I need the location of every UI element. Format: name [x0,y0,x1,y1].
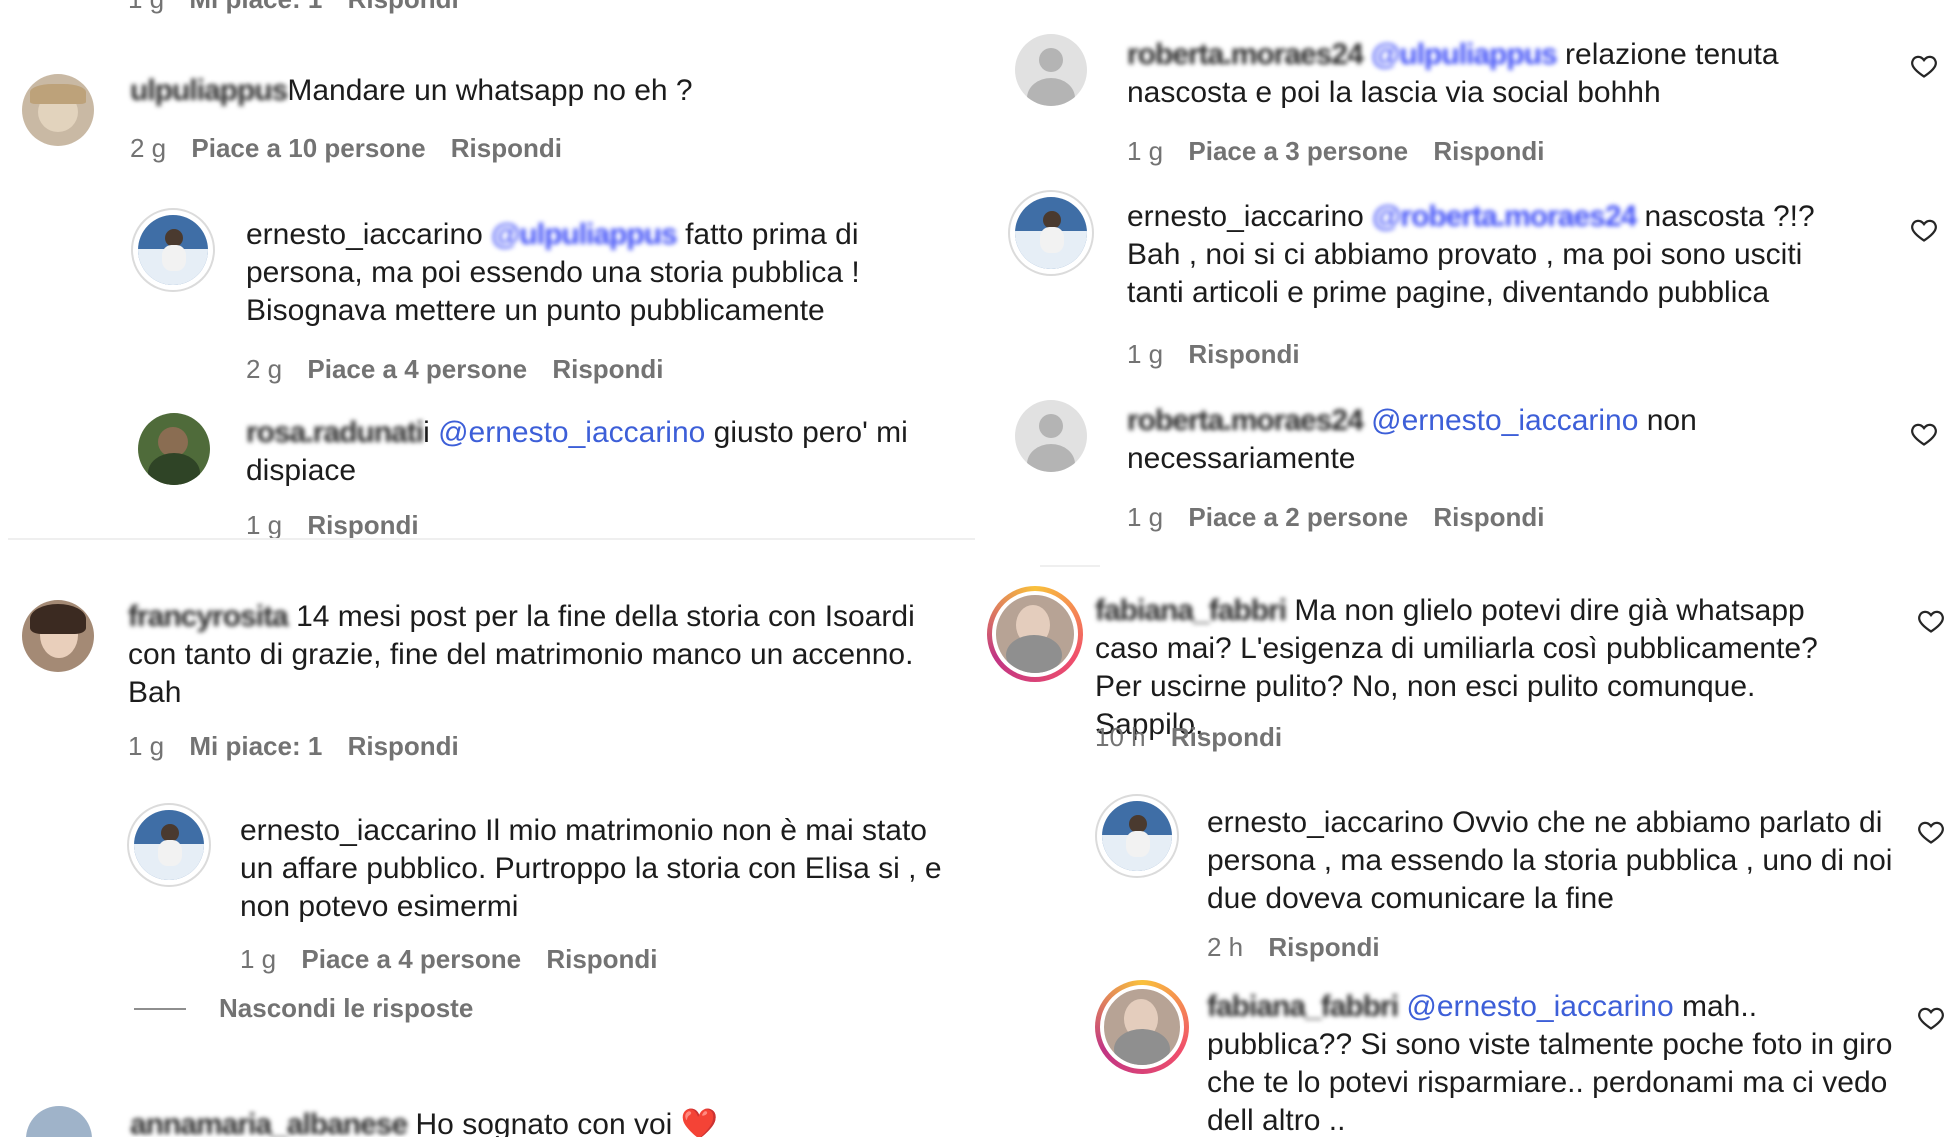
avatar[interactable] [22,74,94,146]
username[interactable]: ulpuliappus [130,72,288,110]
avatar-story[interactable] [987,586,1083,682]
comment-text: ernesto_iaccarino Il mio matrimonio non … [240,812,960,926]
reply-button[interactable]: Rispondi [1433,502,1544,532]
comment-text: rosa.radunatii @ernesto_iaccarino giusto… [246,414,946,490]
heart-icon[interactable] [1910,52,1938,80]
reply-button[interactable]: Rispondi [1171,722,1282,752]
username[interactable]: roberta.moraes24 [1127,402,1364,440]
comment-meta: 1 g Rispondi [246,510,437,541]
timestamp: 1 g [128,731,165,761]
likes-count[interactable]: Mi piace: 1 [189,0,322,14]
reply-button[interactable]: Rispondi [546,944,657,974]
comment-meta: 1 g Rispondi [1127,339,1318,370]
timestamp: 2 h [1207,932,1244,962]
mention-link[interactable]: @ernesto_iaccarino [1406,990,1673,1023]
comment-text: fabiana_fabbri @ernesto_iaccarino mah.. … [1207,988,1907,1137]
username[interactable]: rosa.radunati [246,414,424,452]
mention-link[interactable]: @ulpuliappus [491,216,678,254]
reply-button[interactable]: Rispondi [1188,339,1299,369]
heart-icon[interactable] [1917,1004,1945,1032]
comment-text: ulpuliappusMandare un whatsapp no eh ? [130,72,770,110]
heart-emoji: ❤️ [680,1108,719,1137]
timestamp: 2 g [130,133,167,163]
username[interactable]: ernesto_iaccarino [1127,200,1364,233]
reply-button[interactable]: Rispondi [1433,136,1544,166]
comment-meta: 1 g Mi piace: 1 Rispondi [128,731,477,762]
reply-button[interactable]: Rispondi [348,0,459,14]
reply-button[interactable]: Rispondi [451,133,562,163]
likes-count[interactable]: Mi piace: 1 [189,731,322,761]
heart-icon[interactable] [1910,216,1938,244]
username[interactable]: ernesto_iaccarino [246,218,483,251]
timestamp: 10 h [1095,722,1146,752]
avatar[interactable] [1008,190,1094,276]
hide-replies-line [134,1008,186,1010]
mention-link[interactable]: @roberta.moraes24 [1372,198,1637,236]
username[interactable]: annamaria_albanese [130,1106,408,1137]
timestamp: 1 g [1127,502,1164,532]
divider [1040,565,1100,567]
username[interactable]: ernesto_iaccarino [1207,806,1444,839]
comment-body: Ho sognato con voi [415,1108,681,1137]
username[interactable]: fabiana_fabbri [1207,988,1399,1026]
divider [8,538,975,540]
likes-count[interactable]: Piace a 4 persone [301,944,521,974]
timestamp: 1 g [240,944,277,974]
timestamp: 1 g [128,0,164,14]
mention-link[interactable]: @ulpuliappus [1371,36,1558,74]
heart-icon[interactable] [1910,420,1938,448]
heart-icon[interactable] [1917,818,1945,846]
likes-count[interactable]: Piace a 4 persone [307,354,527,384]
likes-count[interactable]: Piace a 10 persone [191,133,425,163]
comment-meta: 2 h Rispondi [1207,932,1398,963]
reply-button[interactable]: Rispondi [348,731,459,761]
avatar[interactable] [127,803,211,887]
timestamp: 1 g [1127,339,1164,369]
comment-body: Mandare un whatsapp no eh ? [287,74,693,107]
comment-text: francyrosita 14 mesi post per la fine de… [128,598,948,712]
comment-text: ernesto_iaccarino Ovvio che ne abbiamo p… [1207,804,1907,918]
timestamp: 1 g [1127,136,1164,166]
comment-meta: 2 g Piace a 10 persone Rispondi [130,133,580,164]
timestamp: 1 g [246,510,283,540]
comment-meta: 1 g Mi piace: 1 Rispondi [128,0,477,15]
avatar[interactable] [131,208,215,292]
avatar[interactable] [138,413,210,485]
mention-link[interactable]: @ernesto_iaccarino [1371,404,1638,437]
avatar[interactable] [26,1106,92,1137]
comment-meta: 1 g Piace a 2 persone Rispondi [1127,502,1563,533]
comment-text: roberta.moraes24 @ulpuliappus relazione … [1127,36,1787,112]
username-tail: i [423,416,430,449]
reply-button[interactable]: Rispondi [552,354,663,384]
right-comment-panel: roberta.moraes24 @ulpuliappus relazione … [975,0,1950,1137]
comment-meta: 2 g Piace a 4 persone Rispondi [246,354,682,385]
comment-meta: 1 g Piace a 4 persone Rispondi [240,944,676,975]
avatar[interactable] [22,600,94,672]
comment-text: annamaria_albanese Ho sognato con voi ❤️ [130,1106,930,1137]
mention-link[interactable]: @ernesto_iaccarino [438,416,705,449]
username[interactable]: roberta.moraes24 [1127,36,1364,74]
avatar[interactable] [1095,794,1179,878]
avatar[interactable] [1015,400,1087,472]
comment-text: roberta.moraes24 @ernesto_iaccarino non … [1127,402,1847,478]
username[interactable]: fabiana_fabbri [1095,592,1287,630]
comment-meta: 10 h Rispondi [1095,722,1300,753]
comment-meta: 1 g Piace a 3 persone Rispondi [1127,136,1563,167]
comment-text: ernesto_iaccarino @ulpuliappus fatto pri… [246,216,926,330]
reply-button[interactable]: Rispondi [307,510,418,540]
likes-count[interactable]: Piace a 3 persone [1188,136,1408,166]
timestamp: 2 g [246,354,283,384]
username[interactable]: ernesto_iaccarino [240,814,477,847]
hide-replies-button[interactable]: Nascondi le risposte [219,993,473,1024]
likes-count[interactable]: Piace a 2 persone [1188,502,1408,532]
heart-icon[interactable] [1917,607,1945,635]
avatar[interactable] [1015,34,1087,106]
avatar-story[interactable] [1095,980,1189,1074]
reply-button[interactable]: Rispondi [1268,932,1379,962]
comment-text: ernesto_iaccarino @roberta.moraes24 nasc… [1127,198,1847,312]
left-comment-panel: 1 g Mi piace: 1 Rispondi ulpuliappusMand… [0,0,975,1137]
username[interactable]: francyrosita [128,598,289,636]
